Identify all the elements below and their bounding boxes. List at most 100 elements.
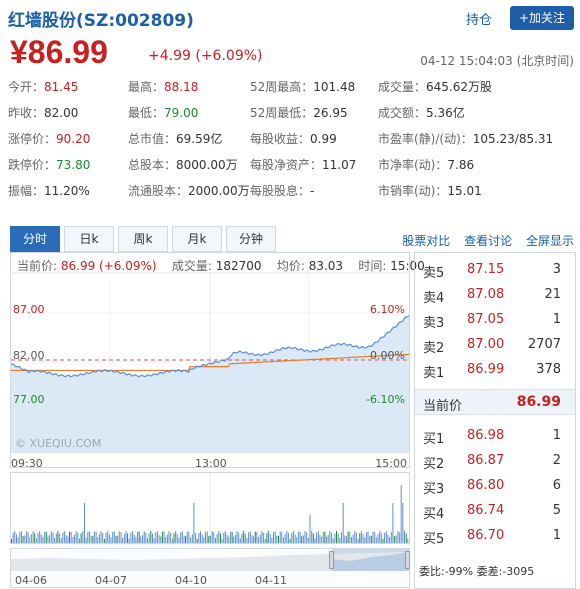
navigator-left-handle[interactable]: [329, 551, 334, 569]
stat-label: 52周最高：: [250, 80, 314, 94]
volume-bar: [17, 537, 19, 543]
book-level: 买4: [423, 507, 445, 522]
stat-item: 总股本：8000.00万: [128, 156, 238, 173]
volume-bar: [12, 533, 14, 543]
volume-bar: [286, 531, 288, 543]
compare-link[interactable]: 股票对比: [402, 234, 450, 248]
volume-bar: [306, 532, 308, 543]
volume-bar: [103, 538, 105, 543]
bid-row: 买1 86.98 1: [415, 425, 575, 449]
volume-bar: [268, 531, 269, 543]
stat-item: 市盈率(静)/(动)：105.23/85.31: [378, 130, 553, 147]
tab-monthly[interactable]: 月k: [172, 226, 222, 252]
axis-time-start: 09:30: [11, 457, 43, 470]
volume-bar: [135, 536, 137, 543]
range-navigator[interactable]: 04-06 04-07 04-10 04-11 04-12: [10, 548, 410, 588]
volume-bar: [203, 537, 205, 543]
volume-bar: [349, 531, 351, 543]
bid-row: 买4 86.74 5: [415, 500, 575, 524]
volume-bar: [75, 531, 77, 543]
change-percent: (+6.09%): [195, 48, 263, 64]
volume-bar: [11, 539, 12, 543]
volume-bar: [123, 533, 125, 543]
book-price: 87.00: [467, 337, 505, 352]
hold-link[interactable]: 持仓: [466, 9, 492, 28]
volume-bar: [254, 531, 256, 543]
volume-bar: [57, 531, 59, 543]
volume-bar: [365, 532, 367, 543]
volume-bar: [168, 531, 170, 543]
tab-intraday[interactable]: 分时: [10, 226, 60, 252]
volume-bar: [327, 535, 329, 543]
volume-bar: [44, 531, 46, 543]
volume-bar: [307, 537, 309, 543]
volume-bar: [261, 531, 263, 543]
stat-label: 市净率(动)：: [378, 158, 448, 172]
book-price: 86.98: [467, 428, 505, 443]
tab-daily[interactable]: 日k: [64, 226, 114, 252]
volume-bar: [122, 537, 124, 543]
fullscreen-link[interactable]: 全屏显示: [526, 234, 574, 248]
stat-value: 88.18: [164, 80, 199, 94]
volume-bar: [49, 535, 51, 543]
volume-bar: [264, 538, 266, 543]
volume-bar: [294, 534, 296, 543]
stat-label: 每股收益：: [250, 132, 311, 146]
volume-bar: [283, 537, 284, 543]
stock-name[interactable]: 红墙股份(SZ:002809): [8, 6, 194, 31]
volume-bar: [45, 531, 47, 543]
volume-bar: [311, 531, 313, 543]
volume-bar: [100, 531, 102, 543]
volume-bar: [92, 535, 94, 543]
book-volume: 3: [552, 262, 561, 277]
volume-bar: [97, 537, 99, 543]
discussion-link[interactable]: 查看讨论: [464, 234, 512, 248]
volume-bar: [377, 534, 379, 543]
bid-row: 买5 86.70 1: [415, 525, 575, 549]
volume-bar: [218, 531, 220, 543]
volume-bar: [292, 531, 294, 543]
tab-weekly[interactable]: 周k: [118, 226, 168, 252]
axis-pct-mid: 0.00%: [370, 349, 405, 362]
volume-bar: [253, 536, 255, 543]
volume-bar: [176, 534, 178, 543]
book-price: 86.70: [467, 528, 505, 543]
volume-bar: [25, 531, 27, 543]
stat-label: 成交额：: [378, 106, 427, 120]
stat-label: 流通股本：: [128, 184, 189, 198]
stat-item: 振幅：11.20%: [8, 182, 90, 199]
book-level: 买3: [423, 482, 445, 497]
volume-bar: [118, 531, 120, 543]
follow-button[interactable]: +加关注: [510, 6, 574, 30]
volume-bar: [132, 531, 134, 543]
volume-bar: [304, 531, 306, 543]
volume-bar: [115, 535, 117, 543]
volume-bar: [158, 535, 160, 543]
stat-label: 最低：: [128, 106, 165, 120]
volume-bar: [321, 536, 323, 543]
navigator-plot: [11, 549, 409, 571]
volume-bar: [98, 534, 100, 543]
volume-bar: [249, 531, 251, 543]
nav-date: 04-07: [95, 574, 127, 587]
volume-bar: [39, 531, 41, 543]
navigator-right-handle[interactable]: [405, 551, 410, 569]
volume-bar: [170, 532, 172, 543]
volume-bar: [196, 538, 198, 543]
tab-minute[interactable]: 分钟: [226, 226, 276, 252]
volume-bar: [322, 531, 324, 543]
stat-item: 总市值：69.59亿: [128, 130, 222, 147]
volume-bar: [113, 531, 115, 543]
axis-pct-high: 6.10%: [370, 303, 405, 316]
intraday-chart[interactable]: 当前价: 86.99 (+6.09%) 成交量: 182700 均价: 83.0…: [10, 252, 425, 470]
volume-bar: [266, 533, 268, 543]
volume-bar: [367, 531, 369, 543]
change-amount: +4.99: [148, 48, 191, 64]
volume-bar: [351, 536, 352, 543]
volume-bar: [133, 534, 135, 543]
current-price-label: 当前价: [423, 399, 463, 414]
volume-bar: [251, 535, 253, 543]
book-volume: 1: [552, 528, 561, 543]
volume-bar: [82, 531, 84, 543]
volume-bar: [291, 532, 293, 543]
